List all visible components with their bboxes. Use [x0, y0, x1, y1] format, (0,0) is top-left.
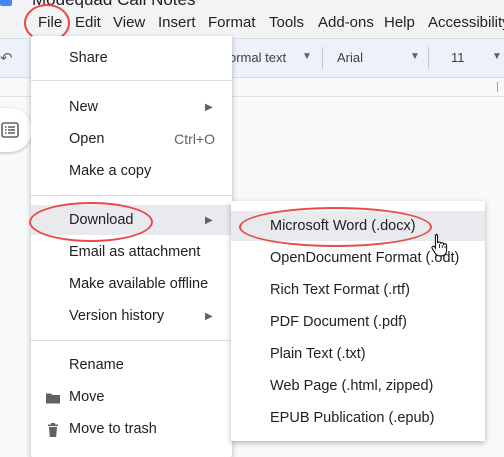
font-select[interactable]: Arial — [337, 50, 363, 65]
chevron-down-icon: ▼ — [492, 51, 502, 62]
menu-item-label: Share — [69, 50, 108, 66]
keyboard-shortcut: Ctrl+O — [174, 131, 215, 147]
download-epub[interactable]: EPUB Publication (.epub) — [231, 403, 485, 433]
menu-view[interactable]: View — [113, 14, 145, 31]
toolbar-divider — [428, 47, 429, 69]
folder-icon — [46, 393, 60, 404]
menu-tools[interactable]: Tools — [269, 14, 304, 31]
menu-item-label: Make a copy — [69, 163, 152, 179]
title-bar: Modequad Call Notes — [0, 0, 504, 8]
file-menu: Share New ▶ Open Ctrl+O Make a copy Down… — [31, 36, 232, 457]
paragraph-style-select[interactable]: ormal text — [229, 50, 286, 65]
menu-divider — [31, 340, 232, 341]
download-txt[interactable]: Plain Text (.txt) — [231, 339, 485, 369]
menu-accessibility[interactable]: Accessibility — [428, 14, 504, 31]
chevron-down-icon: ▼ — [410, 51, 420, 62]
menu-divider — [31, 195, 232, 196]
menu-item-share[interactable]: Share — [31, 43, 232, 73]
menu-item-new[interactable]: New ▶ — [31, 92, 232, 122]
menu-item-open[interactable]: Open Ctrl+O — [31, 124, 232, 154]
ruler-marker[interactable] — [497, 82, 498, 92]
menu-bar: File Edit View Insert Format Tools Add-o… — [0, 8, 504, 36]
menu-item-make-copy[interactable]: Make a copy — [31, 156, 232, 186]
menu-item-label: New — [69, 99, 99, 115]
download-pdf[interactable]: PDF Document (.pdf) — [231, 307, 485, 337]
toolbar-divider — [322, 47, 323, 69]
outline-list-icon — [1, 122, 19, 138]
menu-item-label: Rename — [69, 357, 124, 373]
trash-icon — [48, 423, 58, 437]
submenu-item-label: EPUB Publication (.epub) — [270, 410, 435, 426]
menu-format[interactable]: Format — [208, 14, 256, 31]
menu-item-label: Open — [69, 131, 105, 147]
submenu-arrow-icon: ▶ — [205, 102, 213, 113]
hand-pointer-icon — [431, 233, 448, 257]
menu-insert[interactable]: Insert — [158, 14, 196, 31]
submenu-item-label: Rich Text Format (.rtf) — [270, 282, 410, 298]
menu-item-version-history[interactable]: Version history ▶ — [31, 301, 232, 331]
menu-item-label: Version history — [69, 308, 165, 324]
menu-item-label: Make available offline — [69, 276, 209, 292]
submenu-item-label: Plain Text (.txt) — [270, 346, 366, 362]
submenu-item-label: PDF Document (.pdf) — [270, 314, 407, 330]
docx-highlight-circle — [239, 207, 432, 247]
download-rtf[interactable]: Rich Text Format (.rtf) — [231, 275, 485, 305]
menu-add-ons[interactable]: Add-ons — [318, 14, 374, 31]
submenu-arrow-icon: ▶ — [205, 215, 213, 226]
menu-item-trash[interactable]: Move to trash — [31, 414, 232, 444]
menu-divider — [31, 80, 232, 81]
docs-logo-icon[interactable] — [0, 0, 12, 6]
menu-item-rename[interactable]: Rename — [31, 350, 232, 380]
menu-item-move[interactable]: Move — [31, 382, 232, 412]
menu-item-label: Move to trash — [69, 421, 157, 437]
menu-item-label: Move — [69, 389, 105, 405]
chevron-down-icon: ▼ — [302, 51, 312, 62]
submenu-arrow-icon: ▶ — [205, 311, 213, 322]
undo-icon[interactable]: ↶ — [0, 49, 13, 67]
submenu-item-label: Web Page (.html, zipped) — [270, 378, 434, 394]
download-highlight-circle — [29, 202, 153, 242]
menu-item-email-attachment[interactable]: Email as attachment — [31, 237, 232, 267]
menu-edit[interactable]: Edit — [75, 14, 101, 31]
menu-item-make-offline[interactable]: Make available offline — [31, 269, 232, 299]
menu-help[interactable]: Help — [384, 14, 415, 31]
font-size-select[interactable]: 11 — [451, 50, 465, 65]
download-html[interactable]: Web Page (.html, zipped) — [231, 371, 485, 401]
menu-item-label: Email as attachment — [69, 244, 201, 260]
